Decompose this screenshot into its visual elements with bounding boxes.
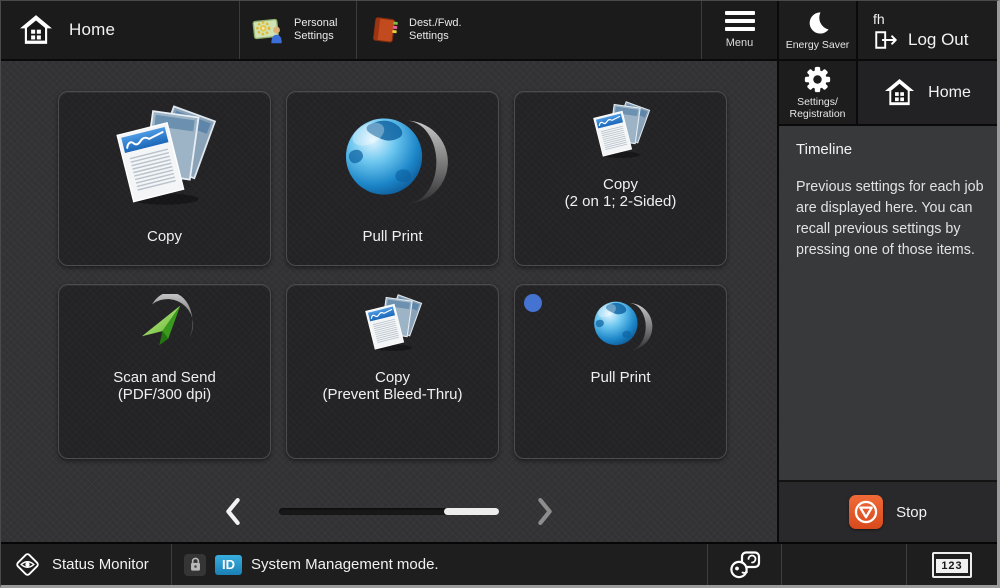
voice-guidance-button[interactable] <box>707 544 782 585</box>
left-column: Home Personal <box>1 1 777 542</box>
tile-pull-print[interactable]: Pull Print <box>286 91 499 266</box>
tile-label: Copy <box>603 176 638 193</box>
system-message-area: ID System Management mode. <box>171 544 707 585</box>
dest-fwd-label-line1: Dest./Fwd. <box>409 17 462 30</box>
energy-saver-button[interactable]: Energy Saver <box>779 1 856 59</box>
tile-sublabel: (PDF/300 dpi) <box>118 386 211 403</box>
notification-dot <box>524 294 542 312</box>
tile-copy-2on1-2sided[interactable]: Copy (2 on 1; 2-Sided) <box>514 91 727 266</box>
personal-settings-label-line1: Personal <box>294 17 337 30</box>
stop-button[interactable]: Stop <box>779 480 997 542</box>
tile-label: Pull Print <box>362 228 422 245</box>
settings-registration-line2: Registration <box>789 108 845 120</box>
settings-registration-line1: Settings/ <box>797 96 838 108</box>
stop-label: Stop <box>896 504 927 521</box>
stop-icon <box>849 495 883 529</box>
header-bar: Home Personal <box>1 1 777 61</box>
page-scrollbar-thumb[interactable] <box>444 508 499 515</box>
status-monitor-label: Status Monitor <box>52 556 149 573</box>
lock-icon <box>184 554 206 576</box>
logout-door-icon <box>873 30 899 50</box>
tile-copy-prevent-bleed-thru[interactable]: Copy (Prevent Bleed-Thru) <box>286 284 499 459</box>
tile-pull-print-2[interactable]: Pull Print <box>514 284 727 459</box>
home-icon <box>884 77 915 108</box>
personal-settings-button[interactable]: Personal Settings <box>239 1 356 59</box>
copy-documents-icon <box>109 105 221 217</box>
energy-saver-label: Energy Saver <box>786 39 850 51</box>
settings-registration-button[interactable]: Settings/ Registration <box>779 61 856 124</box>
sidebar-home-button[interactable]: Home <box>856 61 997 124</box>
tile-label: Scan and Send <box>113 369 216 386</box>
page-scroller <box>224 498 554 525</box>
moon-icon <box>805 10 831 36</box>
previous-page-arrow[interactable] <box>224 498 241 525</box>
page-scrollbar-track[interactable] <box>279 508 499 515</box>
status-bar-spacer <box>782 544 906 585</box>
paper-plane-icon <box>130 294 200 358</box>
next-page-arrow[interactable] <box>537 498 554 525</box>
tile-label: Copy <box>147 228 182 245</box>
header-home-title: Home <box>1 1 239 59</box>
log-out-label: Log Out <box>908 30 969 50</box>
voice-guidance-icon <box>728 550 762 580</box>
numeric-keypad-button[interactable]: 123 <box>906 544 997 585</box>
header-spacer <box>473 1 701 59</box>
right-sidebar: Energy Saver fh Log Out Settings/ Regist… <box>777 1 997 542</box>
menu-label: Menu <box>726 37 754 49</box>
gear-icon <box>804 66 831 93</box>
keypad-123-icon: 123 <box>932 552 971 578</box>
tile-copy[interactable]: Copy <box>58 91 271 266</box>
sidebar-row-nav: Settings/ Registration Home <box>779 61 997 126</box>
tile-label: Pull Print <box>590 369 650 386</box>
tile-sublabel: (Prevent Bleed-Thru) <box>322 386 462 403</box>
dest-fwd-label-line2: Settings <box>409 30 462 43</box>
system-message: System Management mode. <box>251 556 439 573</box>
status-bar: Status Monitor ID System Management mode… <box>1 542 997 585</box>
timeline-title: Timeline <box>796 141 980 158</box>
copy-documents-icon <box>586 101 656 165</box>
timeline-panel: Timeline Previous settings for each job … <box>779 126 997 480</box>
settings-registration-label: Settings/ Registration <box>789 96 845 120</box>
personal-settings-label-line2: Settings <box>294 30 337 43</box>
globe-icon <box>337 105 449 217</box>
timeline-description: Previous settings for each job are displ… <box>796 177 988 261</box>
tile-label: Copy <box>375 369 410 386</box>
copy-documents-icon <box>358 294 428 358</box>
sidebar-row-session: Energy Saver fh Log Out <box>779 1 997 61</box>
personal-settings-icon <box>252 15 286 45</box>
tile-sublabel: (2 on 1; 2-Sided) <box>565 193 677 210</box>
menu-button[interactable]: Menu <box>701 1 777 59</box>
page-title: Home <box>69 20 115 40</box>
home-screen-canvas: Copy Pull Print Copy (2 on 1; 2-Sided) S… <box>1 61 777 542</box>
function-tiles-grid: Copy Pull Print Copy (2 on 1; 2-Sided) S… <box>58 91 727 459</box>
status-monitor-icon <box>14 551 41 578</box>
id-badge: ID <box>215 555 242 575</box>
globe-icon <box>586 294 656 358</box>
status-monitor-button[interactable]: Status Monitor <box>1 544 171 585</box>
logged-in-user: fh <box>873 11 997 27</box>
dest-fwd-settings-button[interactable]: Dest./Fwd. Settings <box>356 1 473 59</box>
hamburger-icon <box>725 11 755 31</box>
home-icon <box>19 13 53 47</box>
address-book-icon <box>369 15 401 45</box>
tile-scan-and-send[interactable]: Scan and Send (PDF/300 dpi) <box>58 284 271 459</box>
log-out-button[interactable]: fh Log Out <box>856 1 997 59</box>
keypad-label: 123 <box>936 559 967 573</box>
top-region: Home Personal <box>1 1 997 542</box>
sidebar-home-label: Home <box>928 84 971 102</box>
printer-touchscreen: Home Personal <box>0 0 1000 588</box>
